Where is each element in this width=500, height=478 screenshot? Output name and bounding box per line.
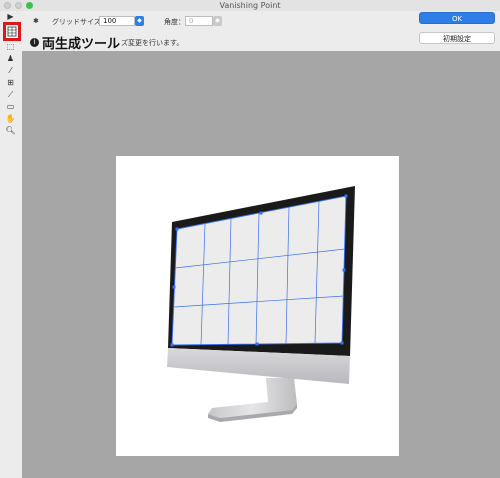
- document-image[interactable]: [116, 156, 399, 456]
- tool-tooltip: i 両生成ツールズ変更を行います。: [30, 33, 184, 52]
- imac-illustration: [167, 186, 355, 422]
- grid-size-field[interactable]: 100: [99, 16, 135, 26]
- info-icon: i: [30, 38, 39, 47]
- grid-size-stepper[interactable]: ◆: [135, 16, 144, 26]
- angle-stepper[interactable]: ◆: [213, 16, 222, 26]
- reset-button[interactable]: 初期設定: [419, 32, 495, 44]
- edit-plane-tool[interactable]: ▶: [4, 11, 17, 22]
- brush-icon: ⁄: [9, 66, 12, 75]
- ok-button[interactable]: OK: [419, 12, 495, 24]
- zoom-tool[interactable]: 🔍︎: [4, 125, 17, 136]
- stamp-tool[interactable]: ♟: [4, 53, 17, 64]
- stamp-icon: ♟: [6, 54, 15, 63]
- eyedropper-tool[interactable]: ⟋: [4, 89, 17, 100]
- angle-field[interactable]: 0: [185, 16, 213, 26]
- eyedropper-icon: ⟋: [7, 90, 14, 99]
- ruler-icon: ▭: [6, 102, 15, 111]
- gear-icon[interactable]: ✱: [33, 17, 39, 25]
- transform-icon: ⊞: [7, 78, 14, 87]
- brush-tool[interactable]: ⁄: [4, 65, 17, 76]
- hand-tool[interactable]: ✋: [4, 113, 17, 124]
- tooltip-title: 両生成ツール: [42, 37, 121, 52]
- hand-icon: ✋: [5, 114, 16, 123]
- tooltip-description: ズ変更を行います。: [121, 38, 184, 47]
- grid-icon: [7, 26, 17, 37]
- marquee-icon: ⬚: [6, 42, 15, 51]
- measure-tool[interactable]: ▭: [4, 101, 17, 112]
- marquee-tool[interactable]: ⬚: [4, 41, 17, 52]
- transform-tool[interactable]: ⊞: [4, 77, 17, 88]
- create-plane-tool[interactable]: [3, 22, 21, 41]
- angle-label: 角度：: [164, 18, 185, 26]
- zoom-icon: 🔍︎: [5, 126, 16, 135]
- window-title: Vanishing Point: [219, 1, 281, 10]
- arrow-icon: ▶: [7, 12, 14, 21]
